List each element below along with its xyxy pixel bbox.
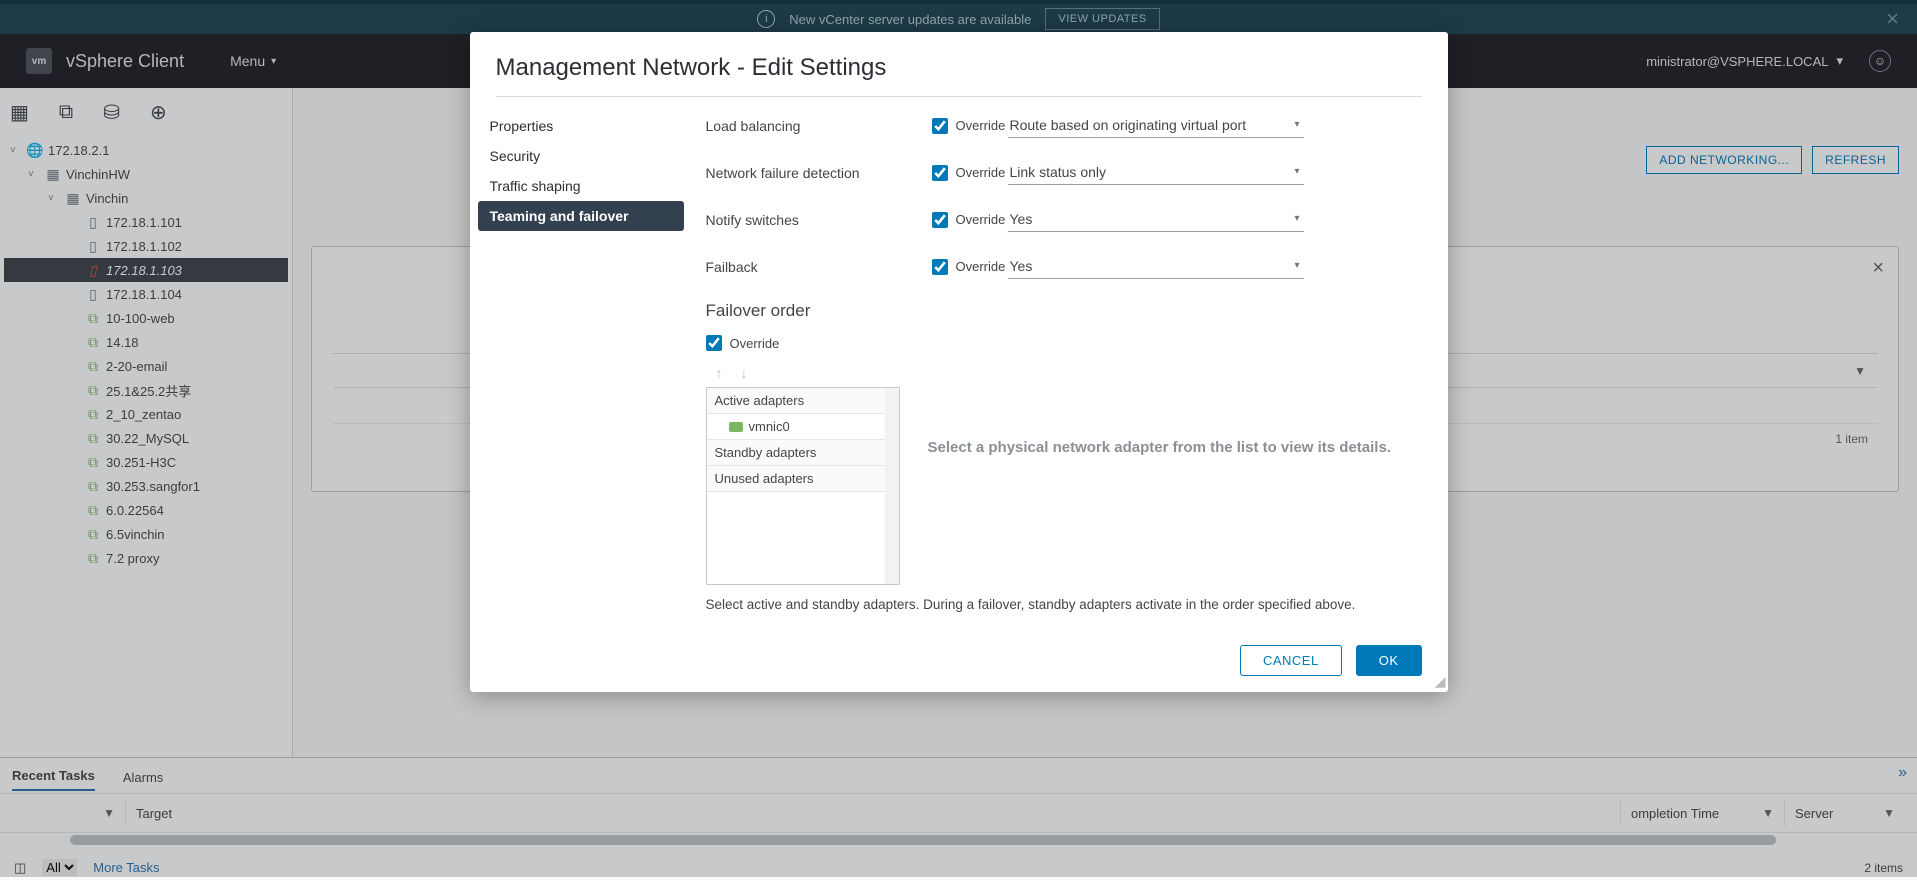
override-nfd-checkbox[interactable]: [932, 165, 948, 181]
ok-button[interactable]: OK: [1356, 645, 1422, 676]
label-failback: Failback: [706, 259, 932, 275]
adapter-list: Active adapters vmnic0 Standby adapters …: [706, 387, 900, 585]
nav-security[interactable]: Security: [478, 141, 684, 171]
nav-properties[interactable]: Properties: [478, 111, 684, 141]
move-up-icon[interactable]: ↑: [716, 365, 723, 381]
failover-note: Select active and standby adapters. Duri…: [706, 597, 1414, 612]
label-failure-detection: Network failure detection: [706, 165, 932, 181]
override-failover-checkbox[interactable]: [706, 335, 722, 351]
move-down-icon[interactable]: ↓: [741, 365, 748, 381]
failover-order-heading: Failover order: [706, 301, 1414, 321]
override-ns-checkbox[interactable]: [932, 212, 948, 228]
override-label: Override: [956, 165, 1006, 180]
nav-traffic-shaping[interactable]: Traffic shaping: [478, 171, 684, 201]
standby-adapters-heading: Standby adapters: [707, 440, 899, 466]
notify-switches-select[interactable]: Yes: [1008, 207, 1304, 232]
dialog-title: Management Network - Edit Settings: [470, 32, 1448, 96]
override-label: Override: [956, 118, 1006, 133]
load-balancing-select[interactable]: Route based on originating virtual port: [1008, 113, 1304, 138]
unused-adapters-heading: Unused adapters: [707, 466, 899, 492]
override-label: Override: [956, 259, 1006, 274]
label-notify-switches: Notify switches: [706, 212, 932, 228]
override-label: Override: [956, 212, 1006, 227]
label-load-balancing: Load balancing: [706, 118, 932, 134]
resize-handle-icon[interactable]: ◢: [1435, 673, 1446, 690]
override-fb-checkbox[interactable]: [932, 259, 948, 275]
edit-settings-dialog: Management Network - Edit Settings Prope…: [470, 32, 1448, 692]
nav-teaming-failover[interactable]: Teaming and failover: [478, 201, 684, 231]
nic-icon: [729, 422, 743, 432]
override-label: Override: [730, 336, 780, 351]
adapter-details-placeholder: Select a physical network adapter from t…: [928, 365, 1414, 456]
active-adapters-heading: Active adapters: [707, 388, 899, 414]
modal-overlay: Management Network - Edit Settings Prope…: [0, 0, 1917, 877]
override-lb-checkbox[interactable]: [932, 118, 948, 134]
failback-select[interactable]: Yes: [1008, 254, 1304, 279]
failure-detection-select[interactable]: Link status only: [1008, 160, 1304, 185]
adapter-item[interactable]: vmnic0: [707, 414, 899, 440]
cancel-button[interactable]: CANCEL: [1240, 645, 1342, 676]
adapter-name: vmnic0: [749, 419, 790, 434]
